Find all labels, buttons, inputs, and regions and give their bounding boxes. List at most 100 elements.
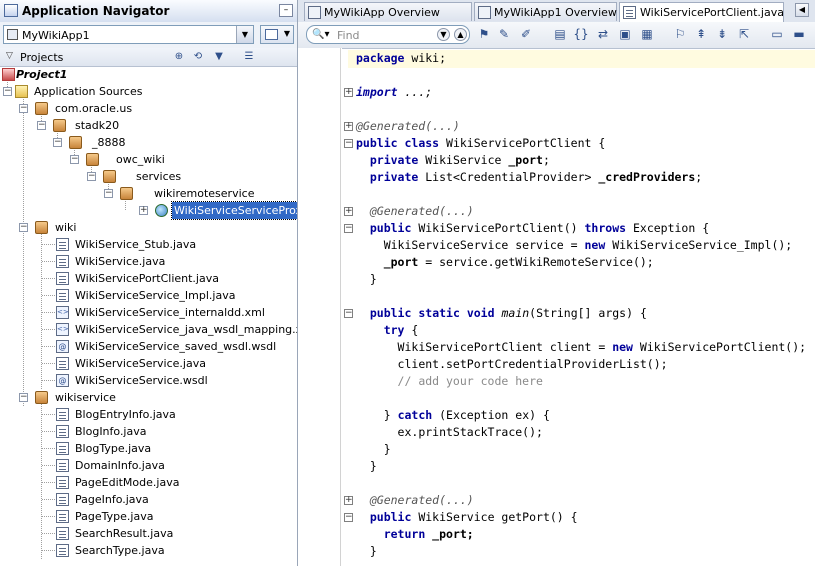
java-file-icon (56, 255, 69, 268)
collapse-fold-icon[interactable]: − (344, 139, 353, 148)
filter-icon[interactable]: ▼ (212, 50, 226, 63)
scroll-tabs-left-button[interactable]: ◀ (795, 3, 809, 17)
tab-wikiserviceportclient-java[interactable]: WikiServicePortClient.java (619, 2, 784, 22)
collapse-fold-icon[interactable]: − (344, 224, 353, 233)
chevron-down-icon: ▼ (283, 29, 290, 38)
code-text: WikiService getPort() { (411, 510, 578, 524)
tab-label: WikiServicePortClient.java (640, 6, 784, 19)
code-text: WikiServiceService_Impl(); (605, 238, 793, 252)
keyword: private (369, 170, 419, 184)
clear-bookmarks-icon[interactable]: ⇱ (736, 26, 752, 42)
keyword: void (466, 306, 495, 320)
code-line: _port = service.getWikiRemoteService(); (356, 254, 654, 271)
file-label: WikiServiceService_Impl.java (75, 289, 236, 302)
code-text: } (369, 459, 377, 473)
file-label: DomainInfo.java (75, 459, 165, 472)
collapse-toggle[interactable]: − (53, 138, 62, 147)
sort-options-icon[interactable]: ☰ (242, 50, 256, 63)
collapse-fold-icon[interactable]: − (344, 309, 353, 318)
tab-mywikiapp1-overview[interactable]: MyWikiApp1 Overview (474, 2, 617, 21)
java-file-icon (56, 442, 69, 455)
collapse-toggle[interactable]: − (104, 189, 113, 198)
braces-icon[interactable]: {} (573, 26, 589, 42)
code-text: Exception { (626, 221, 710, 235)
find-previous-icon[interactable]: ▼ (437, 28, 450, 41)
collapse-toggle[interactable]: − (87, 172, 96, 181)
clear-highlight-icon[interactable]: ✐ (518, 26, 534, 42)
code-line: @Generated(...) (356, 118, 460, 135)
find-field[interactable]: 🔍▾ Find ▼ ▲ (306, 25, 470, 44)
keyword: public (369, 221, 412, 235)
collapse-fold-icon[interactable]: − (344, 513, 353, 522)
code-template-icon[interactable]: ▤ (552, 26, 568, 42)
file-label: SearchResult.java (75, 527, 174, 540)
refactor-icon[interactable]: ⇄ (595, 26, 611, 42)
code-line: import ...; (356, 84, 432, 101)
application-menu-button[interactable]: ▼ (260, 25, 294, 44)
chevron-down-icon[interactable]: ▼ (236, 26, 253, 43)
application-selector[interactable]: MyWikiApp1 ▼ (3, 25, 254, 44)
package-label: services (136, 170, 182, 183)
java-file-icon (56, 493, 69, 506)
expand-fold-icon[interactable]: + (344, 496, 353, 505)
field-name: _port (383, 255, 419, 269)
highlight-icon[interactable]: ✎ (496, 26, 512, 42)
code-line: } catch (Exception ex) { (356, 407, 550, 424)
java-file-icon (56, 289, 69, 302)
code-editor[interactable]: package wiki; import ...; @Generated(...… (356, 48, 815, 566)
application-navigator-panel: Application Navigator – MyWikiApp1 ▼ ▼ ▽… (0, 0, 298, 566)
expand-fold-icon[interactable]: + (344, 207, 353, 216)
code-line: try { (356, 322, 419, 339)
java-file-icon (56, 272, 69, 285)
package-label: _8888 (92, 136, 126, 149)
collapse-toggle[interactable]: − (70, 155, 79, 164)
previous-bookmark-icon[interactable]: ⇞ (693, 26, 709, 42)
minimize-button[interactable]: – (279, 4, 293, 17)
comment-icon[interactable]: ▭ (769, 26, 785, 42)
file-label: WikiServicePortClient.java (75, 272, 219, 285)
java-file-icon (56, 476, 69, 489)
zoom-icon[interactable]: ⊕ (172, 50, 186, 63)
expand-toggle[interactable]: + (139, 206, 148, 215)
java-file-icon (56, 357, 69, 370)
collapse-triangle-icon[interactable]: ▽ (6, 51, 13, 61)
code-text: = service.getWikiRemoteService(); (418, 255, 654, 269)
expand-fold-icon[interactable]: + (344, 122, 353, 131)
code-text: } (369, 272, 377, 286)
keyword: public (369, 306, 412, 320)
block-icon[interactable]: ▣ (617, 26, 633, 42)
bookmark-icon[interactable]: ⚐ (672, 26, 688, 42)
proxy-label: WikiServiceServiceProxy (171, 201, 297, 220)
code-text: (String[] args) { (529, 306, 647, 320)
package-icon (53, 119, 66, 132)
collapse-toggle[interactable]: − (19, 104, 28, 113)
projects-header[interactable]: ▽ Projects ⊕ ⟲ ▼ ☰ (0, 48, 297, 67)
annotation: @Generated(...) (356, 119, 460, 133)
code-line: // add your code here (356, 373, 543, 390)
code-text: wiki; (404, 51, 447, 65)
collapse-toggle[interactable]: − (19, 223, 28, 232)
toggle-bookmark-icon[interactable]: ⚑ (476, 26, 492, 42)
line-gutter (298, 48, 342, 566)
package-label: wikiremoteservice (154, 187, 255, 200)
app-selector-row: MyWikiApp1 ▼ ▼ (0, 22, 297, 48)
expand-fold-icon[interactable]: + (344, 88, 353, 97)
next-bookmark-icon[interactable]: ⇟ (714, 26, 730, 42)
file-label: SearchType.java (75, 544, 165, 557)
collapse-toggle[interactable]: − (3, 87, 12, 96)
annotation: @Generated(...) (369, 204, 474, 218)
code-line: return _port; (356, 526, 474, 543)
collapse-toggle[interactable]: − (19, 393, 28, 402)
collapse-toggle[interactable]: − (37, 121, 46, 130)
uncomment-icon[interactable]: ▬ (791, 26, 807, 42)
code-line: public WikiService getPort() { (356, 509, 578, 526)
projects-label: Projects (20, 51, 64, 64)
package-label: stadk20 (75, 119, 120, 132)
find-next-icon[interactable]: ▲ (454, 28, 467, 41)
code-line: } (356, 441, 391, 458)
tab-mywikiapp-overview[interactable]: MyWikiApp Overview (304, 2, 472, 21)
sync-icon[interactable]: ⟲ (191, 50, 205, 63)
code-text: WikiServicePortClient(); (632, 340, 807, 354)
package-icon (86, 153, 99, 166)
surround-icon[interactable]: ▦ (639, 26, 655, 42)
